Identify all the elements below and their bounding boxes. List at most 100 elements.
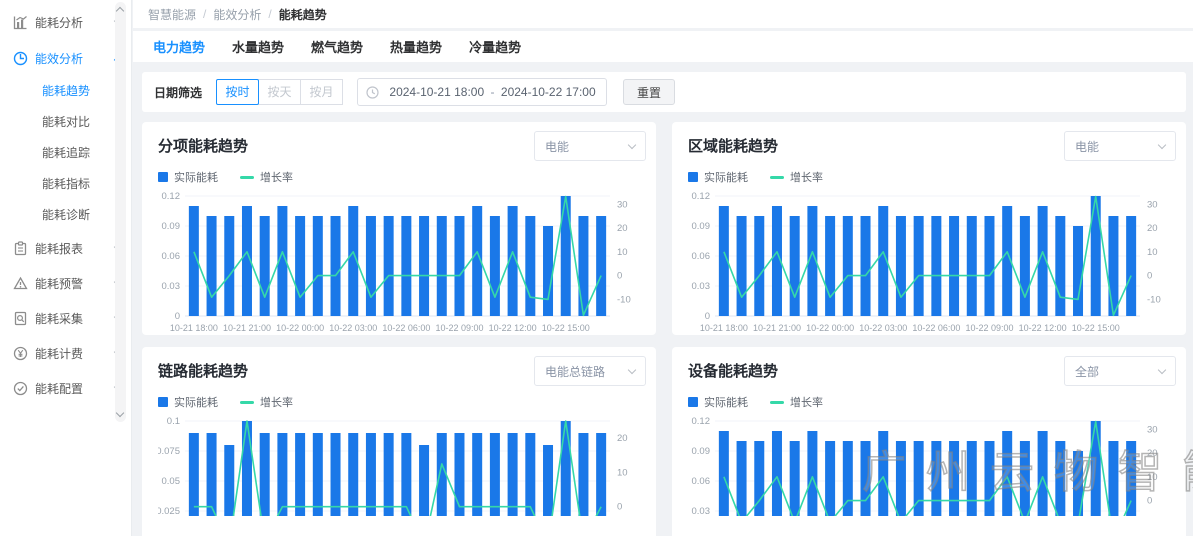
- legend-growth-rate[interactable]: 增长率: [770, 169, 823, 185]
- svg-text:0.075: 0.075: [158, 446, 180, 457]
- config-icon: [13, 381, 28, 396]
- svg-text:30: 30: [617, 199, 628, 210]
- chart-legend: 实际能耗 增长率: [158, 394, 640, 410]
- svg-text:-10: -10: [1147, 294, 1161, 305]
- legend-label: 增长率: [790, 394, 823, 410]
- chart-canvas: 0.120.090.060.0303020100-1010-21 18:0010…: [158, 188, 640, 340]
- legend-growth-rate[interactable]: 增长率: [240, 169, 293, 185]
- svg-text:10-22 06:00: 10-22 06:00: [912, 323, 960, 333]
- svg-text:10: 10: [1147, 247, 1158, 258]
- sidebar-item-energy-kpi[interactable]: 能耗指标: [0, 169, 131, 200]
- breadcrumb-item-section[interactable]: 能效分析: [213, 6, 261, 23]
- sidebar-item-energy-analysis[interactable]: 能耗分析: [0, 4, 131, 40]
- svg-text:20: 20: [617, 433, 628, 444]
- sidebar-item-label: 能耗配置: [35, 380, 115, 397]
- breadcrumb: 智慧能源 / 能效分析 / 能耗趋势: [133, 0, 1193, 28]
- svg-text:30: 30: [1147, 199, 1158, 210]
- chevron-down-icon: [628, 140, 636, 148]
- breadcrumb-item-home[interactable]: 智慧能源: [148, 6, 196, 23]
- svg-text:0.12: 0.12: [692, 191, 711, 202]
- scrollbar-up-icon[interactable]: [116, 7, 124, 15]
- device-select[interactable]: 全部: [1064, 356, 1176, 386]
- sidebar-item-label: 能耗采集: [35, 310, 115, 327]
- sidebar-item-efficiency-analysis[interactable]: 能效分析: [0, 40, 131, 76]
- energy-type-select[interactable]: 电能: [1064, 131, 1176, 161]
- billing-icon: [13, 346, 28, 361]
- collect-icon: [13, 311, 28, 326]
- svg-text:0.09: 0.09: [692, 446, 711, 457]
- warning-icon: [13, 276, 28, 291]
- svg-text:0.09: 0.09: [162, 221, 181, 232]
- svg-text:20: 20: [1147, 223, 1158, 234]
- chart-legend: 实际能耗 增长率: [688, 394, 1170, 410]
- scrollbar-down-icon[interactable]: [116, 409, 124, 417]
- sidebar-item-energy-compare[interactable]: 能耗对比: [0, 107, 131, 138]
- legend-line-swatch: [240, 401, 254, 404]
- svg-text:10-22 12:00: 10-22 12:00: [1019, 323, 1067, 333]
- mode-button-daily[interactable]: 按天: [258, 79, 301, 105]
- svg-text:10-21 18:00: 10-21 18:00: [170, 323, 218, 333]
- date-range-picker[interactable]: 2024-10-21 18:00 - 2024-10-22 17:00: [357, 78, 607, 106]
- svg-text:0.06: 0.06: [692, 476, 711, 487]
- sidebar-item-energy-trace[interactable]: 能耗追踪: [0, 138, 131, 169]
- sidebar-submenu: 能耗趋势 能耗对比 能耗追踪 能耗指标 能耗诊断: [0, 76, 131, 231]
- svg-text:0.05: 0.05: [162, 476, 181, 487]
- energy-type-select[interactable]: 电能: [534, 131, 646, 161]
- date-start-value[interactable]: 2024-10-21 18:00: [387, 85, 487, 99]
- trend-tabs: 电力趋势 水量趋势 燃气趋势 热量趋势 冷量趋势: [133, 31, 1193, 62]
- mode-button-hourly[interactable]: 按时: [216, 79, 259, 105]
- chevron-down-icon: [1158, 365, 1166, 373]
- sidebar-item-energy-config[interactable]: 能耗配置: [0, 371, 131, 406]
- legend-line-swatch: [240, 176, 254, 179]
- svg-text:20: 20: [1147, 448, 1158, 459]
- svg-text:10-22 15:00: 10-22 15:00: [542, 323, 590, 333]
- sidebar-item-energy-collect[interactable]: 能耗采集: [0, 301, 131, 336]
- sidebar-scrollbar[interactable]: [115, 2, 126, 422]
- tab-electricity-trend[interactable]: 电力趋势: [153, 37, 205, 56]
- sidebar: 能耗分析 能效分析 能耗趋势 能耗对比 能耗追踪 能耗指标 能耗诊断 能耗报表: [0, 0, 132, 536]
- svg-text:0: 0: [1147, 271, 1152, 282]
- chevron-down-icon: [628, 365, 636, 373]
- sidebar-item-energy-billing[interactable]: 能耗计费: [0, 336, 131, 371]
- sidebar-item-label: 能效分析: [35, 50, 115, 67]
- svg-text:10: 10: [617, 467, 628, 478]
- sidebar-item-label: 能耗预警: [35, 275, 115, 292]
- svg-text:-10: -10: [617, 294, 631, 305]
- legend-actual-energy[interactable]: 实际能耗: [158, 394, 218, 410]
- tab-cooling-trend[interactable]: 冷量趋势: [469, 37, 521, 56]
- select-value: 电能总链路: [545, 363, 629, 380]
- link-select[interactable]: 电能总链路: [534, 356, 646, 386]
- legend-growth-rate[interactable]: 增长率: [240, 394, 293, 410]
- chart-canvas: 0.120.090.060.0303020100-1010-21 18:0010…: [688, 188, 1170, 340]
- svg-text:10-22 12:00: 10-22 12:00: [489, 323, 537, 333]
- legend-line-swatch: [770, 176, 784, 179]
- legend-growth-rate[interactable]: 增长率: [770, 394, 823, 410]
- tab-heat-trend[interactable]: 热量趋势: [390, 37, 442, 56]
- mode-segmented-control: 按时 按天 按月: [216, 79, 343, 105]
- date-range-separator: -: [487, 85, 499, 99]
- sidebar-item-energy-report[interactable]: 能耗报表: [0, 231, 131, 266]
- svg-text:0: 0: [175, 311, 180, 322]
- svg-text:0.03: 0.03: [692, 281, 711, 292]
- select-value: 电能: [545, 138, 629, 155]
- svg-text:10-22 06:00: 10-22 06:00: [382, 323, 430, 333]
- chart-card-link-energy: 链路能耗趋势 电能总链路 实际能耗 增长率 0.10.0750.050.0250…: [142, 347, 656, 536]
- legend-actual-energy[interactable]: 实际能耗: [688, 169, 748, 185]
- sidebar-item-label: 能耗报表: [35, 240, 115, 257]
- chart-legend: 实际能耗 增长率: [688, 169, 1170, 185]
- tab-water-trend[interactable]: 水量趋势: [232, 37, 284, 56]
- legend-label: 实际能耗: [174, 169, 218, 185]
- sidebar-item-energy-trend[interactable]: 能耗趋势: [0, 76, 131, 107]
- tab-gas-trend[interactable]: 燃气趋势: [311, 37, 363, 56]
- svg-text:0: 0: [617, 271, 622, 282]
- reset-button[interactable]: 重置: [623, 79, 675, 105]
- svg-text:10-22 00:00: 10-22 00:00: [276, 323, 324, 333]
- date-end-value[interactable]: 2024-10-22 17:00: [499, 85, 599, 99]
- legend-actual-energy[interactable]: 实际能耗: [158, 169, 218, 185]
- mode-button-monthly[interactable]: 按月: [300, 79, 343, 105]
- legend-actual-energy[interactable]: 实际能耗: [688, 394, 748, 410]
- sidebar-item-energy-alarm[interactable]: 能耗预警: [0, 266, 131, 301]
- sidebar-item-energy-diagnose[interactable]: 能耗诊断: [0, 200, 131, 231]
- svg-text:10-22 09:00: 10-22 09:00: [965, 323, 1013, 333]
- filter-card: 日期筛选 按时 按天 按月 2024-10-21 18:00 - 2024-10…: [142, 72, 1186, 112]
